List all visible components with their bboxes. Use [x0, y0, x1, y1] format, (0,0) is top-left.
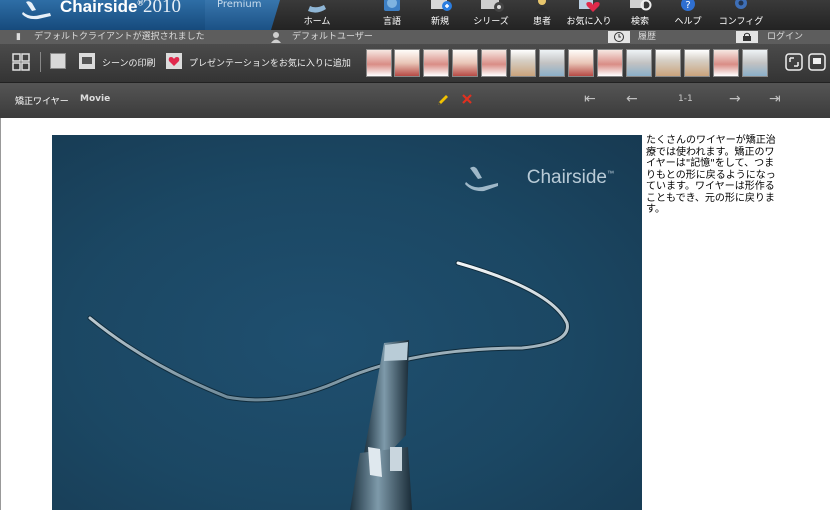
- print-scene-button[interactable]: シーンの印刷: [102, 56, 156, 69]
- favorite-heart-icon: [579, 0, 600, 12]
- nav-series-label: シリーズ: [473, 17, 509, 27]
- user-icon: [271, 32, 281, 43]
- nav-home-button[interactable]: ホーム: [294, 0, 340, 30]
- scene-thumbnail[interactable]: [366, 49, 392, 77]
- nav-series-button[interactable]: シリーズ: [468, 0, 514, 30]
- first-page-icon[interactable]: ⇤: [584, 92, 596, 106]
- scene-thumbnail[interactable]: [655, 49, 681, 77]
- nav-help-button[interactable]: ? ヘルプ: [668, 0, 708, 30]
- fullscreen-grid-icon[interactable]: [12, 53, 30, 71]
- nav-home-label: ホーム: [303, 17, 331, 27]
- nav-config-label: コンフィグ: [718, 17, 764, 27]
- app-year: 2010: [143, 0, 181, 17]
- presentation-mode-icon[interactable]: [808, 53, 826, 71]
- help-icon: ?: [681, 0, 695, 11]
- client-status: デフォルトクライアントが選択されました: [34, 32, 205, 42]
- scene-thumbnail[interactable]: [684, 49, 710, 77]
- nav-language-button[interactable]: 言語: [372, 0, 412, 30]
- history-clock-icon[interactable]: [608, 31, 630, 43]
- nav-language-label: 言語: [382, 17, 401, 27]
- dental-chair-logo-icon: [22, 1, 51, 20]
- page-layout-button[interactable]: [50, 53, 66, 69]
- scene-toolbar: シーンの印刷 プレゼンテーションをお気に入りに追加: [0, 44, 830, 83]
- edition-label: Premium: [217, 0, 262, 10]
- nav-new-label: 新規: [430, 17, 449, 27]
- status-bar: ▮ デフォルトクライアントが選択されました デフォルトユーザー 履歴 ログイン: [0, 30, 830, 44]
- scene-thumbnail[interactable]: [481, 49, 507, 77]
- scene-thumbnail[interactable]: [568, 49, 594, 77]
- scene-type-label: Movie: [80, 94, 111, 104]
- top-navigation-bar: Chairside® 2010 Premium ホーム 言語 新規 シリーズ 患…: [0, 0, 830, 30]
- new-icon: [431, 0, 452, 11]
- edition-tab: Premium: [205, 0, 280, 30]
- patient-icon: [535, 0, 549, 12]
- content-left-border: [0, 118, 1, 510]
- film-icon: [481, 0, 504, 12]
- scene-thumbnail[interactable]: [742, 49, 768, 77]
- last-page-icon[interactable]: ⇥: [769, 92, 781, 106]
- scene-thumbnail[interactable]: [452, 49, 478, 77]
- login-lock-icon[interactable]: [736, 31, 758, 43]
- scene-thumbnail[interactable]: [713, 49, 739, 77]
- nav-help-label: ヘルプ: [674, 17, 702, 27]
- client-icon: ▮: [16, 32, 21, 42]
- nav-search-button[interactable]: 検索: [620, 0, 660, 30]
- scene-title: 矯正ワイヤー: [15, 97, 69, 107]
- nav-favorites-button[interactable]: お気に入り: [563, 0, 615, 30]
- previous-page-icon[interactable]: ←: [626, 92, 638, 106]
- scene-thumbnail[interactable]: [539, 49, 565, 77]
- add-to-favorites-button[interactable]: プレゼンテーションをお気に入りに追加: [189, 56, 351, 69]
- expand-view-icon[interactable]: [785, 53, 803, 71]
- movie-player[interactable]: Chairside™: [52, 135, 642, 510]
- home-icon: [308, 5, 326, 13]
- scene-description: たくさんのワイヤーが矯正治療では使われます。矯正のワイヤーは"記憶"をして、つま…: [646, 135, 776, 215]
- print-icon[interactable]: [79, 53, 95, 69]
- edit-pencil-icon[interactable]: [436, 93, 450, 107]
- app-name: Chairside: [60, 0, 138, 16]
- add-favorite-heart-icon[interactable]: [166, 53, 182, 69]
- scene-thumbnail[interactable]: [626, 49, 652, 77]
- scene-thumbnail[interactable]: [510, 49, 536, 77]
- current-user[interactable]: デフォルトユーザー: [292, 30, 373, 44]
- toolbar-divider: [40, 52, 41, 72]
- search-icon: [630, 0, 652, 11]
- nav-patient-label: 患者: [532, 17, 551, 27]
- login-link[interactable]: ログイン: [767, 30, 803, 44]
- delete-x-icon[interactable]: [461, 93, 473, 105]
- scene-thumbnail[interactable]: [597, 49, 623, 77]
- nav-favorites-label: お気に入り: [566, 17, 612, 27]
- orthodontic-wire-illustration: [87, 260, 570, 510]
- page-counter: 1-1: [678, 94, 693, 104]
- nav-search-label: 検索: [630, 17, 649, 27]
- scene-title-bar: 矯正ワイヤー Movie ⇤ ← 1-1 → ⇥: [0, 83, 830, 118]
- nav-config-button[interactable]: コンフィグ: [718, 0, 764, 30]
- nav-patient-button[interactable]: 患者: [522, 0, 562, 30]
- globe-icon: [384, 0, 400, 11]
- scene-thumbnail[interactable]: [423, 49, 449, 77]
- svg-text:?: ?: [685, 0, 690, 11]
- next-page-icon[interactable]: →: [729, 92, 741, 106]
- scene-thumbnail[interactable]: [394, 49, 420, 77]
- gear-icon: [735, 0, 747, 9]
- history-link[interactable]: 履歴: [638, 30, 656, 44]
- nav-new-button[interactable]: 新規: [420, 0, 460, 30]
- app-logo: Chairside® 2010: [0, 0, 205, 30]
